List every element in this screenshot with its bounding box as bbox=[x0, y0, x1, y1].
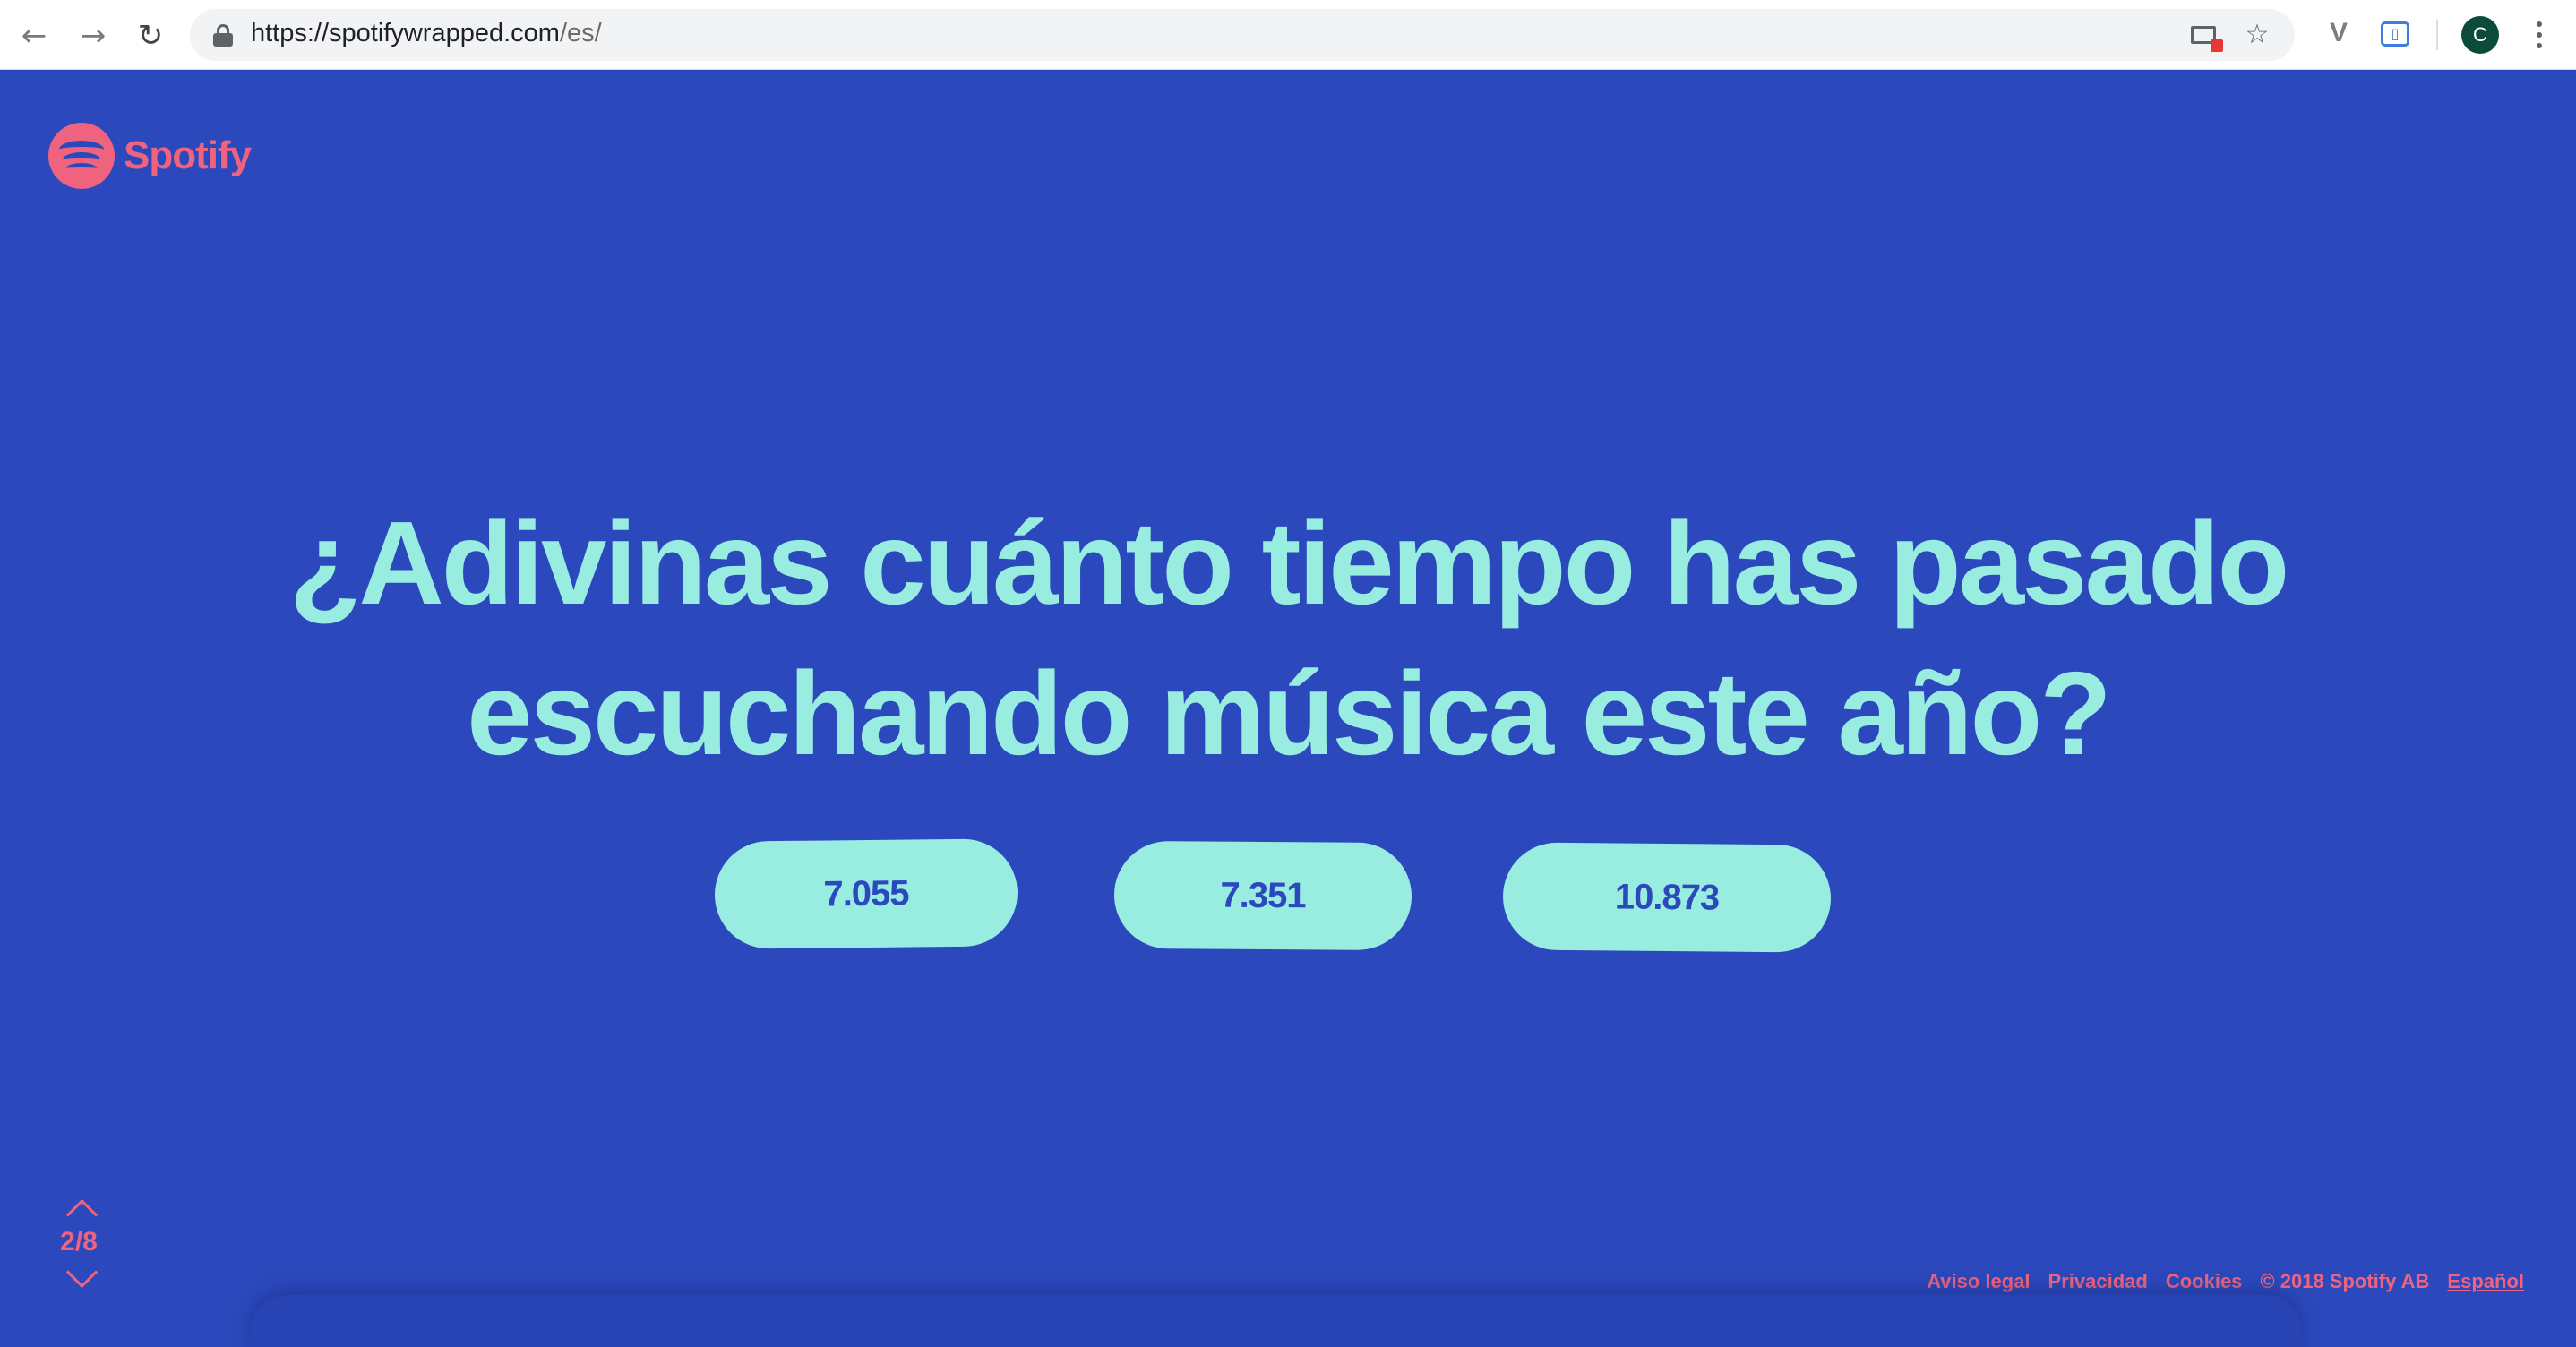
spotify-logo-icon bbox=[48, 123, 115, 189]
browser-toolbar: ← → ↻ https://spotifywrapped.com/es/ ☆ V… bbox=[0, 0, 2576, 70]
url-path: /es/ bbox=[559, 19, 602, 47]
box-extension-icon[interactable]: ▯ bbox=[2381, 21, 2409, 47]
answer-button-1[interactable]: 7.055 bbox=[714, 838, 1018, 949]
answer-button-2[interactable]: 7.351 bbox=[1113, 840, 1413, 951]
url-text[interactable]: https://spotifywrapped.com/es/ bbox=[251, 19, 602, 48]
footer-copyright: © 2018 Spotify AB bbox=[2260, 1270, 2430, 1292]
lock-icon[interactable] bbox=[213, 24, 233, 47]
url-host: https://spotifywrapped.com bbox=[251, 19, 560, 47]
language-selector[interactable]: Español bbox=[2447, 1270, 2524, 1293]
address-bar[interactable]: https://spotifywrapped.com/es/ ☆ bbox=[190, 9, 2295, 61]
footer-privacy-link[interactable]: Privacidad bbox=[2048, 1270, 2148, 1293]
menu-kebab-icon[interactable] bbox=[2526, 16, 2553, 54]
headline-line-1: ¿Adivinas cuánto tiempo has pasado bbox=[288, 497, 2289, 629]
v-extension-icon[interactable]: V bbox=[2323, 18, 2354, 48]
footer-links: Aviso legal Privacidad Cookies © 2018 Sp… bbox=[1927, 1270, 2524, 1293]
back-arrow-icon[interactable]: ← bbox=[14, 16, 54, 56]
chevron-up-icon[interactable] bbox=[65, 1193, 92, 1220]
cast-blocked-icon[interactable] bbox=[2189, 20, 2223, 52]
answer-button-3[interactable]: 10.873 bbox=[1502, 842, 1832, 953]
footer-cookies-link[interactable]: Cookies bbox=[2166, 1270, 2243, 1293]
spotify-logo[interactable]: Spotify bbox=[48, 122, 252, 190]
chevron-down-icon[interactable] bbox=[65, 1265, 92, 1291]
profile-avatar[interactable]: C bbox=[2461, 16, 2499, 54]
reload-icon[interactable]: ↻ bbox=[131, 16, 170, 56]
question-headline: ¿Adivinas cuánto tiempo has pasado escuc… bbox=[0, 488, 2576, 789]
footer-legal-link[interactable]: Aviso legal bbox=[1927, 1270, 2030, 1293]
toolbar-divider bbox=[2436, 20, 2438, 50]
slide-pager: 2/8 bbox=[52, 1193, 106, 1291]
star-icon[interactable]: ☆ bbox=[2241, 20, 2273, 50]
forward-arrow-icon[interactable]: → bbox=[73, 16, 113, 56]
headline-line-2: escuchando música este año? bbox=[467, 648, 2112, 779]
brand-name: Spotify bbox=[124, 133, 252, 177]
next-card-peek bbox=[251, 1295, 2302, 1347]
